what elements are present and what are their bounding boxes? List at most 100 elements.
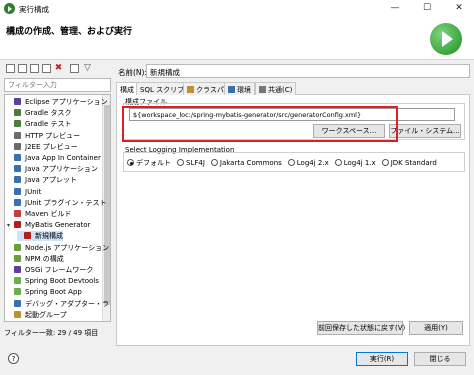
tree-item-label: Eclipse アプリケーション <box>25 98 108 106</box>
tree-item[interactable]: 新規構成 <box>17 231 63 242</box>
tree-item-label: JUnit <box>25 187 42 196</box>
tree-item[interactable]: ▾ MyBatis Generator <box>7 220 90 230</box>
launch-type-icon <box>14 142 21 150</box>
tab-icon <box>259 86 266 93</box>
run-banner-icon <box>430 23 462 55</box>
tab-0[interactable]: 構成 <box>116 82 138 96</box>
radio-button[interactable] <box>127 159 134 166</box>
tree-item-label: Spring Boot Devtools <box>25 277 99 286</box>
close-button[interactable]: 閉じる <box>414 352 466 366</box>
new-config-icon[interactable] <box>6 64 15 73</box>
radio-label: Log4j 2.x <box>296 159 329 167</box>
logging-option[interactable]: SLF4J <box>177 159 205 167</box>
tree-item-label: MyBatis Generator <box>25 221 91 230</box>
new-prototype-icon[interactable] <box>18 64 27 73</box>
logging-radio-group: デフォルト SLF4J Jakarta Commons Log4j 2.x Log4j … <box>127 158 443 168</box>
radio-label: Jakarta Commons <box>219 159 282 167</box>
launch-type-icon <box>14 198 21 206</box>
tree-item[interactable]: JUnit プラグイン・テスト <box>7 198 107 208</box>
window-title: 実行構成 <box>19 5 49 14</box>
run-button[interactable]: 実行(R) <box>356 352 408 366</box>
tree-item-label: 新規構成 <box>35 232 63 241</box>
minimize-button[interactable]: — <box>388 2 402 14</box>
tree-item[interactable]: デバッグ・アダプター・ランチャ <box>7 299 110 309</box>
delete-icon[interactable]: ✖ <box>54 64 63 73</box>
tree-item[interactable]: 起動グループ <box>7 310 67 320</box>
tree-item[interactable]: Node.js アプリケーション <box>7 243 109 253</box>
launch-type-icon <box>14 310 21 318</box>
tree-item[interactable]: Maven ビルド <box>7 209 71 219</box>
launch-type-icon <box>14 187 21 195</box>
filter-icon[interactable]: ▽ <box>84 64 93 73</box>
dialog-title: 構成の作成、管理、および実行 <box>6 27 133 37</box>
launch-type-icon <box>14 277 21 285</box>
tab-3[interactable]: 環境 <box>224 82 255 95</box>
tree-item-label: Node.js アプリケーション <box>25 243 110 252</box>
close-window-button[interactable]: ✕ <box>452 2 466 14</box>
config-tree[interactable]: Eclipse アプリケーション Gradle タスク Gradle テスト HTTP… <box>4 94 111 322</box>
filter-status: フィルター一致: 29 / 49 項目 <box>4 329 99 337</box>
duplicate-icon[interactable] <box>42 64 51 73</box>
launch-type-icon <box>14 98 21 105</box>
tab-4[interactable]: 共通(C) <box>255 82 297 95</box>
tree-item-label: デバッグ・アダプター・ランチャ <box>25 299 110 308</box>
tree-item[interactable]: Gradle タスク <box>7 108 72 118</box>
name-label: 名前(N): <box>118 68 147 77</box>
radio-button[interactable] <box>334 159 342 166</box>
launch-type-icon <box>14 165 21 173</box>
config-tabs: 構成 SQL スクリプト クラスパス 環境 共通(C) <box>116 82 470 96</box>
filesystem-button[interactable]: ファイル・システム... <box>389 124 461 138</box>
launch-type-icon <box>14 299 21 307</box>
logging-option[interactable]: Log4j 2.x <box>287 159 329 167</box>
launch-type-icon <box>14 266 21 273</box>
logging-option[interactable]: Log4j 1.x <box>334 159 376 167</box>
radio-button[interactable] <box>177 159 184 166</box>
launch-type-icon <box>14 176 21 184</box>
revert-button[interactable]: 前回保存した状態に戻す(V) <box>317 321 405 335</box>
tree-item[interactable]: HTTP プレビュー <box>7 131 80 141</box>
tree-item[interactable]: Spring Boot App <box>7 287 82 297</box>
tree-item-label: Gradle テスト <box>25 120 72 129</box>
tree-item-label: OSGi フレームワーク <box>25 266 94 274</box>
dialog-header: 構成の作成、管理、および実行 <box>0 18 474 60</box>
maximize-button[interactable]: ☐ <box>420 2 434 14</box>
radio-button[interactable] <box>210 159 218 166</box>
tree-item[interactable]: NPM の構成 <box>7 254 64 264</box>
tree-item-label: Java アプレット <box>25 176 78 185</box>
tree-item-label: JUnit プラグイン・テスト <box>25 198 107 207</box>
name-field[interactable]: 新規構成 <box>146 64 470 78</box>
tab-label: 環境 <box>237 86 251 94</box>
tree-item-label: Spring Boot App <box>25 288 82 297</box>
tree-item[interactable]: OSGi フレームワーク <box>7 265 93 275</box>
tree-item[interactable]: Gradle テスト <box>7 119 72 129</box>
radio-button[interactable] <box>287 159 295 166</box>
tree-item[interactable]: Eclipse アプリケーション <box>7 97 108 107</box>
tab-icon <box>187 86 194 93</box>
tree-item[interactable]: Java アプリケーション <box>7 164 98 174</box>
tree-item[interactable]: J2EE プレビュー <box>7 142 78 152</box>
help-icon[interactable]: ? <box>8 353 19 364</box>
logging-option[interactable]: デフォルト <box>127 158 171 168</box>
apply-button[interactable]: 適用(Y) <box>409 321 463 335</box>
radio-label: JDK Standard <box>390 159 437 167</box>
navigator-toolbar: ✖ ▽ <box>4 62 111 76</box>
tree-item[interactable]: JUnit <box>7 187 41 197</box>
launch-type-icon <box>14 221 21 229</box>
chevron-down-icon[interactable]: ▾ <box>7 221 14 231</box>
logging-option[interactable]: Jakarta Commons <box>210 159 282 167</box>
tree-scrollbar[interactable] <box>102 95 110 321</box>
launch-type-icon <box>14 109 21 117</box>
radio-button[interactable] <box>381 159 389 166</box>
tree-item[interactable]: Spring Boot Devtools <box>7 276 99 286</box>
tree-item[interactable]: Java アプレット <box>7 175 77 185</box>
tree-item[interactable]: Java App In Container <box>7 153 101 163</box>
launch-type-icon <box>14 243 21 251</box>
filter-input[interactable] <box>4 78 111 92</box>
launch-config-navigator: ✖ ▽ Eclipse アプリケーション Gradle タスク Gradle テスト… <box>4 62 111 342</box>
tree-item-label: Java App In Container <box>25 154 101 162</box>
export-icon[interactable] <box>30 64 39 73</box>
radio-label: Log4j 1.x <box>343 159 376 167</box>
collapse-all-icon[interactable] <box>70 64 79 73</box>
logging-option[interactable]: JDK Standard <box>381 159 437 167</box>
run-app-icon <box>4 3 15 14</box>
